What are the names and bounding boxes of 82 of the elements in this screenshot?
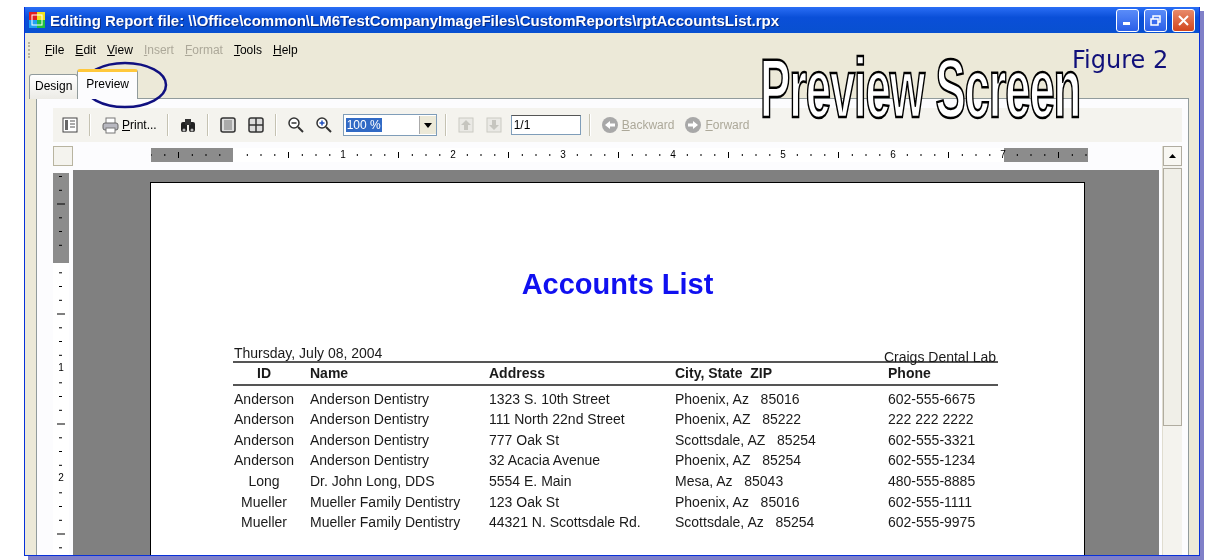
table-cell-text: 602-555-1111 bbox=[888, 492, 974, 512]
minimize-icon bbox=[1123, 22, 1130, 25]
menu-item[interactable]: File bbox=[40, 41, 70, 59]
app-icon bbox=[29, 12, 45, 28]
table-cell-text: 1323 S. 10th Street bbox=[489, 389, 611, 409]
table-cell-text: Phoenix, Az 85016 bbox=[675, 389, 801, 409]
table-cell-text: Phoenix, AZ 85254 bbox=[675, 451, 803, 471]
single-page-icon bbox=[218, 116, 237, 134]
close-button[interactable] bbox=[1172, 8, 1195, 32]
scrollbar[interactable] bbox=[1162, 146, 1182, 555]
scroll-thumb[interactable] bbox=[1163, 168, 1182, 426]
tab[interactable]: Design bbox=[29, 74, 79, 99]
table-cell-text: Phoenix, Az 85016 bbox=[675, 492, 801, 512]
ruler-corner bbox=[53, 146, 73, 166]
contents-button[interactable] bbox=[59, 114, 81, 136]
ruler-number: 4 bbox=[670, 148, 676, 162]
table-cell-text: 602-555-1234 bbox=[888, 451, 977, 471]
table-cell-text: 480-555-8885 bbox=[888, 471, 977, 491]
table-cell-text: Mueller Family Dentistry bbox=[310, 513, 462, 533]
tab[interactable]: Preview bbox=[77, 69, 139, 99]
ruler-number: 6 bbox=[890, 148, 896, 162]
menu-item[interactable]: Edit bbox=[70, 41, 102, 59]
ruler-number: 5 bbox=[780, 148, 786, 162]
table-cell-text: Anderson Dentistry bbox=[310, 430, 431, 450]
table-cell-text: Mesa, Az 85043 bbox=[675, 471, 785, 491]
restore-icon bbox=[1150, 14, 1161, 26]
print-button[interactable]: Print... bbox=[99, 114, 159, 136]
minimize-button[interactable] bbox=[1116, 8, 1139, 32]
zoom-dropdown[interactable]: 100 % bbox=[342, 114, 437, 136]
ruler-number: 7 bbox=[1000, 148, 1006, 162]
table-cell-text: Anderson bbox=[233, 389, 295, 409]
table-cell-text: Phoenix, AZ 85222 bbox=[675, 410, 803, 430]
table-cell-text: Anderson Dentistry bbox=[310, 389, 431, 409]
ruler-number: 1 bbox=[57, 362, 65, 374]
table-cell-text: 123 Oak St bbox=[489, 492, 561, 512]
window-title: Editing Report file: \\Office\common\LM6TestCompanyImageFiles\CustomReports\rptAccountsList.rpx bbox=[50, 11, 780, 29]
table-cell-text: Scottsdale, AZ 85254 bbox=[675, 430, 817, 450]
column-header: Address bbox=[489, 361, 675, 386]
report-date: Thursday, July 08, 2004 bbox=[234, 345, 383, 361]
multiple-pages-icon bbox=[246, 116, 265, 134]
restore-button[interactable] bbox=[1144, 8, 1167, 32]
page-number-field[interactable]: 1/1 bbox=[510, 115, 581, 135]
zoom-in-icon bbox=[314, 116, 333, 134]
menu-item[interactable]: Help bbox=[267, 41, 303, 59]
column-header: City, State ZIP bbox=[675, 361, 888, 386]
table-cell-text: 602-555-9975 bbox=[888, 513, 977, 533]
table-cell-text: Mueller bbox=[240, 513, 288, 533]
table-cell-text: 32 Acacia Avenue bbox=[489, 451, 602, 471]
table-cell-text: 44321 N. Scottsdale Rd. bbox=[489, 513, 642, 533]
close-icon bbox=[1178, 14, 1189, 26]
table-cell-text: 5554 E. Main bbox=[489, 471, 573, 491]
ruler-number: 3 bbox=[560, 148, 566, 162]
table-cell-text: Long bbox=[247, 471, 281, 491]
scroll-up-button[interactable] bbox=[1163, 146, 1182, 166]
table-cell-text: Anderson bbox=[233, 451, 295, 471]
table-cell-text: 777 Oak St bbox=[489, 430, 561, 450]
ruler-number: 1 bbox=[340, 148, 346, 162]
table-cell-text: 222 222 2222 bbox=[888, 410, 975, 430]
table-cell-text: Mueller Family Dentistry bbox=[310, 492, 462, 512]
table-cell-text: 602-555-6675 bbox=[888, 389, 977, 409]
table-cell-text: Anderson bbox=[233, 410, 295, 430]
table-cell-text: 602-555-3321 bbox=[888, 430, 977, 450]
binoculars-icon bbox=[178, 116, 197, 134]
table-cell-text: 111 North 22nd Street bbox=[489, 410, 626, 430]
table-cell-text: Anderson bbox=[233, 430, 295, 450]
up-arrow-icon bbox=[1169, 154, 1176, 158]
column-header: Name bbox=[310, 361, 489, 386]
table-cell-text: Scottsdale, Az 85254 bbox=[675, 513, 816, 533]
column-header: ID bbox=[233, 361, 310, 386]
contents-icon bbox=[61, 116, 79, 134]
table-cell-text: Anderson Dentistry bbox=[310, 410, 431, 430]
ruler-number: 2 bbox=[57, 472, 65, 484]
printer-icon bbox=[101, 116, 119, 134]
zoom-out-icon bbox=[286, 116, 305, 134]
table-cell-text: Dr. John Long, DDS bbox=[310, 471, 436, 491]
ruler-number: 2 bbox=[450, 148, 456, 162]
report-title: Accounts List bbox=[520, 267, 715, 301]
menu-item[interactable]: Tools bbox=[228, 41, 267, 59]
table-cell-text: Anderson Dentistry bbox=[310, 451, 431, 471]
table-cell-text: Mueller bbox=[240, 492, 288, 512]
dropdown-arrow-icon bbox=[423, 122, 432, 128]
menu-item[interactable]: View bbox=[102, 41, 138, 59]
